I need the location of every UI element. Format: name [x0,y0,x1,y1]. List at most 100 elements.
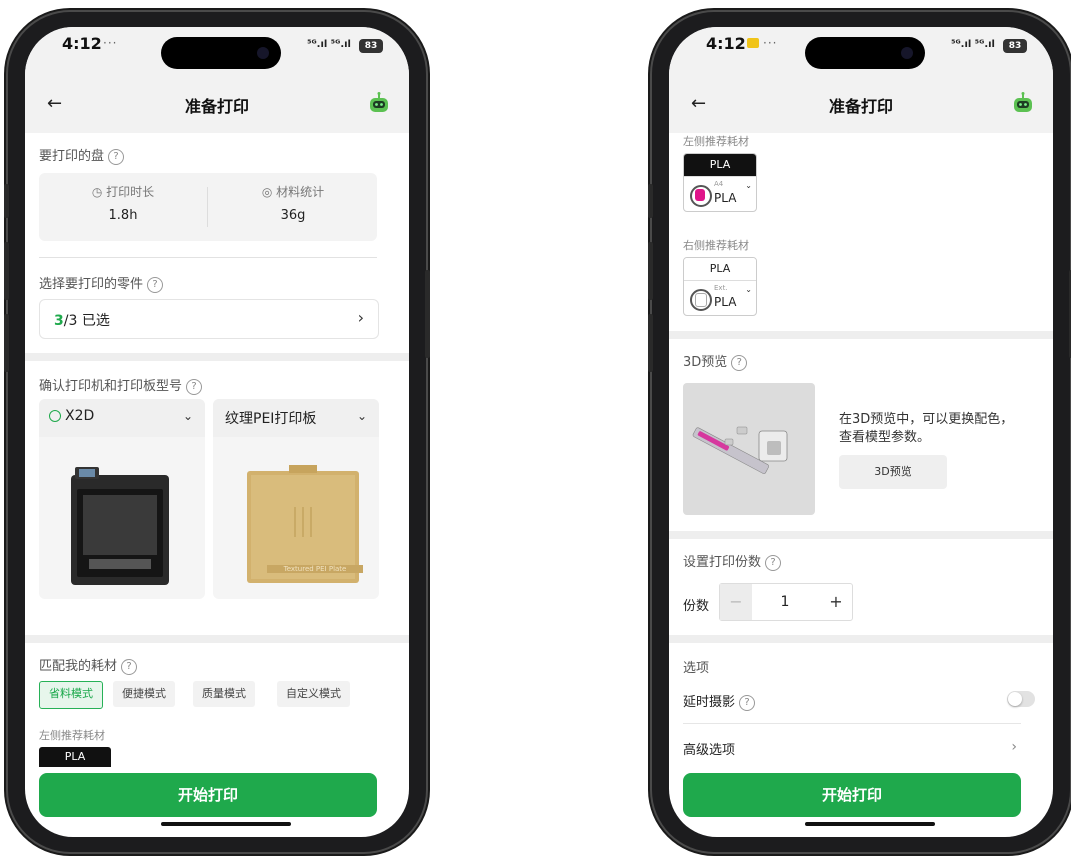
parts-selector[interactable]: 3/3 已选 › [39,299,379,339]
scroll-content[interactable]: 要打印的盘? ◷ 打印时长 1.8h ◎ 材料统计 36g 选择要打印的零件? [25,133,409,837]
status-dots: ··· [103,36,118,50]
spool-icon [690,289,712,311]
copies-section-title: 设置打印份数? [683,551,782,571]
advanced-options-label: 高级选项 [683,743,736,758]
filament-slot: A4 [714,180,724,188]
mode-chip-convenient[interactable]: 便捷模式 [113,681,175,707]
timelapse-toggle[interactable] [1007,691,1035,707]
chevron-down-icon: ⌄ [745,285,752,294]
action-button [4,184,9,218]
action-button [648,184,653,218]
preview-section-title: 3D预览? [683,351,748,371]
copies-stepper[interactable]: − 1 + [719,583,853,621]
page-title: 准备打印 [828,97,893,116]
plate-stats: ◷ 打印时长 1.8h ◎ 材料统计 36g [39,173,377,241]
options-section-title: 选项 [683,661,710,676]
nav-bar: ← 准备打印 [669,77,1053,133]
battery-icon: 83 [359,39,383,53]
help-icon[interactable]: ? [731,355,748,371]
dynamic-island [805,37,925,69]
help-icon[interactable]: ? [739,695,756,711]
copies-value[interactable]: 1 [752,584,818,620]
plate-name: 纹理PEI打印板 [225,411,317,427]
printer-image [71,467,169,585]
divider [207,187,208,227]
status-time: 4:12 [706,34,746,53]
spool-icon [690,185,712,207]
chevron-down-icon: ⌄ [745,181,752,190]
preview-3d-button[interactable]: 3D预览 [839,455,947,489]
left-filament-selector[interactable]: PLA A4 PLA ⌄ [683,153,757,212]
chevron-right-icon: › [357,308,364,327]
signal-icon: ⁵ᴳ.ıl ⁵ᴳ.ıl [307,39,351,50]
volume-down-button [648,314,653,372]
phone-frame-right: 4:12 ··· ⁵ᴳ.ıl ⁵ᴳ.ıl 83 ← 准备打印 左侧推荐耗材 PL… [648,12,1071,852]
plate-image [247,465,359,583]
divider [683,723,1021,724]
printer-name: X2D [65,408,95,424]
start-print-button[interactable]: 开始打印 [39,773,377,817]
help-icon[interactable]: ? [186,379,203,395]
scroll-content[interactable]: 左侧推荐耗材 PLA A4 PLA ⌄ 右侧推荐耗材 PLA Ext. PLA [669,133,1053,837]
material-value: 36g [280,208,306,223]
selected-total: /3 已选 [63,313,110,329]
chevron-down-icon: ⌄ [182,409,193,423]
left-recommend-label: 左侧推荐耗材 [683,135,749,148]
help-icon[interactable]: ? [147,277,164,293]
section-separator [25,353,409,361]
plate-card[interactable]: 纹理PEI打印板 ⌄ Textured PEI Plate [213,399,379,599]
status-time: 4:12 [62,34,102,53]
advanced-options-row[interactable]: 高级选项 › [683,739,1021,765]
preview-description: 在3D预览中，可以更换配色，查看模型参数。 [839,412,1014,445]
screen-left: 4:12 ··· ⁵ᴳ.ıl ⁵ᴳ.ıl 83 ← 准备打印 要打印的盘? ◷ … [25,27,409,837]
filament-type: PLA [714,295,737,309]
section-separator [669,331,1053,339]
left-recommend-label: 左侧推荐耗材 [39,729,105,742]
print-time-value: 1.8h [108,208,138,223]
minus-button[interactable]: − [720,584,752,620]
start-print-button[interactable]: 开始打印 [683,773,1021,817]
copies-label: 份数 [683,599,710,614]
mode-chip-save[interactable]: 省料模式 [39,681,103,709]
help-icon[interactable]: ? [108,149,125,165]
right-filament-selector[interactable]: PLA Ext. PLA ⌄ [683,257,757,316]
mode-chip-custom[interactable]: 自定义模式 [277,681,350,707]
material-stat: ◎ 材料统计 36g [209,183,377,223]
screen-right: 4:12 ··· ⁵ᴳ.ıl ⁵ᴳ.ıl 83 ← 准备打印 左侧推荐耗材 PL… [669,27,1053,837]
chevron-down-icon: ⌄ [356,409,367,423]
section-separator [669,531,1053,539]
spool-icon: ◎ [261,185,277,199]
plus-button[interactable]: + [820,584,852,620]
printer-card[interactable]: X2D ⌄ [39,399,205,599]
home-indicator[interactable] [161,822,291,826]
mode-chip-quality[interactable]: 质量模式 [193,681,255,707]
left-filament-head[interactable]: PLA [39,747,111,767]
divider [39,257,377,258]
page-title: 准备打印 [184,97,249,116]
chevron-right-icon: › [1011,739,1017,755]
status-dots: ··· [763,36,778,50]
home-indicator[interactable] [805,822,935,826]
help-icon[interactable]: ? [121,659,138,675]
dynamic-island [161,37,281,69]
filament-section-title: 匹配我的耗材? [39,655,138,675]
volume-down-button [4,314,9,372]
nav-bar: ← 准备打印 [25,77,409,133]
plate-section-title: 要打印的盘? [39,145,125,165]
plate-image-label: Textured PEI Plate [267,565,363,573]
filament-type: PLA [714,191,737,205]
filament-slot: Ext. [714,284,728,292]
power-button [425,270,430,358]
help-icon[interactable]: ? [765,555,782,571]
assistant-robot-icon[interactable] [367,92,391,114]
parts-section-title: 选择要打印的零件? [39,273,164,293]
model-thumbnail[interactable] [683,383,815,515]
right-recommend-label: 右侧推荐耗材 [683,239,749,252]
filament-head: PLA [684,258,756,280]
notification-icon [747,38,759,48]
online-status-icon [49,410,61,422]
assistant-robot-icon[interactable] [1011,92,1035,114]
volume-up-button [4,242,9,300]
status-bar: 4:12 ··· ⁵ᴳ.ıl ⁵ᴳ.ıl 83 [669,27,1053,77]
selected-count: 3 [54,313,64,329]
